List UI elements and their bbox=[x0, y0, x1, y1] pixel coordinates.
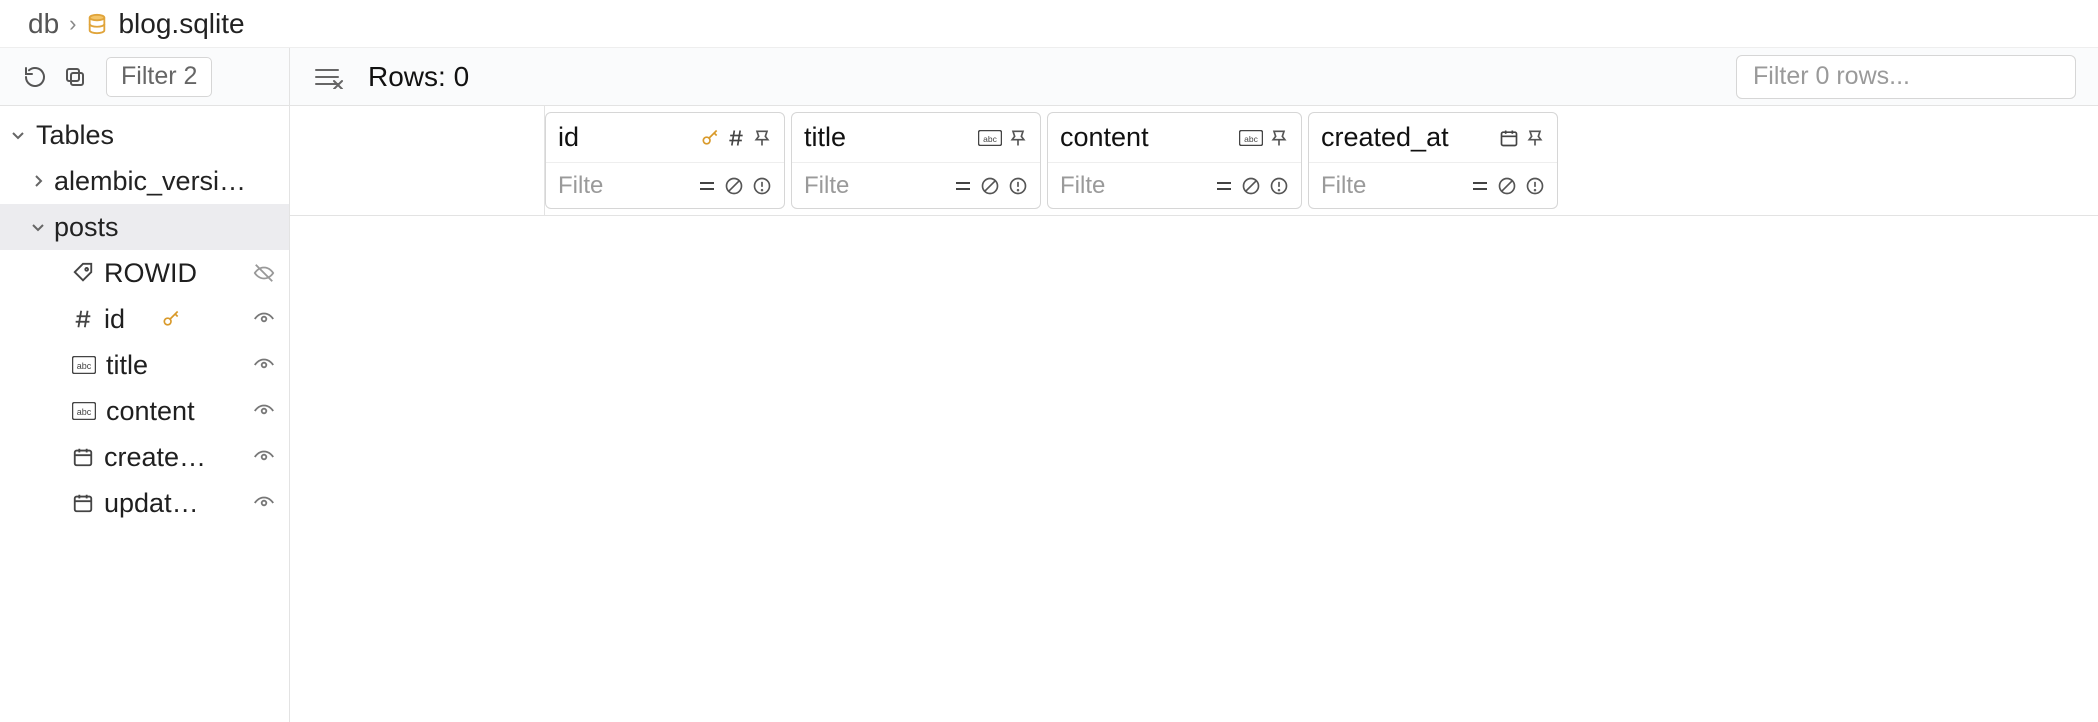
column-header-created-at[interactable]: created_at bbox=[1308, 112, 1558, 209]
filter-lines-button[interactable] bbox=[312, 60, 346, 94]
column-label: create… bbox=[104, 442, 243, 473]
column-item-updated-at[interactable]: updat… bbox=[0, 480, 289, 526]
filter-rows-input[interactable] bbox=[1736, 55, 2076, 99]
calendar-icon bbox=[1499, 128, 1519, 148]
info-icon[interactable] bbox=[1269, 176, 1289, 196]
equals-icon[interactable] bbox=[1471, 177, 1489, 195]
column-header-name: content bbox=[1060, 122, 1231, 153]
abc-icon: abc bbox=[978, 130, 1002, 146]
calendar-icon bbox=[72, 446, 94, 468]
svg-text:abc: abc bbox=[77, 361, 92, 371]
column-header-title[interactable]: title abc bbox=[791, 112, 1041, 209]
breadcrumb: db › blog.sqlite bbox=[0, 0, 2098, 48]
chevron-down-icon bbox=[30, 219, 48, 235]
column-filter-input[interactable] bbox=[1060, 172, 1205, 200]
column-filter-input[interactable] bbox=[804, 172, 944, 200]
table-item-label: posts bbox=[54, 212, 289, 243]
info-icon[interactable] bbox=[1525, 176, 1545, 196]
null-icon[interactable] bbox=[1241, 176, 1261, 196]
column-header-id[interactable]: id bbox=[545, 112, 785, 209]
calendar-icon bbox=[72, 492, 94, 514]
pin-icon[interactable] bbox=[1008, 128, 1028, 148]
info-icon[interactable] bbox=[1008, 176, 1028, 196]
column-label: title bbox=[106, 350, 243, 381]
column-header-name: id bbox=[558, 122, 692, 153]
column-header-name: title bbox=[804, 122, 970, 153]
pin-icon[interactable] bbox=[1525, 128, 1545, 148]
null-icon[interactable] bbox=[724, 176, 744, 196]
pin-icon[interactable] bbox=[752, 128, 772, 148]
table-toolbar: Rows: 0 bbox=[290, 48, 2098, 105]
chevron-right-icon bbox=[30, 173, 48, 189]
column-label: updat… bbox=[104, 488, 243, 519]
chevron-right-icon: › bbox=[69, 11, 76, 37]
abc-icon: abc bbox=[72, 356, 96, 374]
breadcrumb-file[interactable]: blog.sqlite bbox=[118, 8, 244, 40]
eye-off-icon[interactable] bbox=[253, 262, 275, 284]
collapse-button[interactable] bbox=[58, 60, 92, 94]
column-item-id[interactable]: id bbox=[0, 296, 289, 342]
row-number-gutter bbox=[290, 106, 545, 215]
column-item-content[interactable]: abc content bbox=[0, 388, 289, 434]
database-icon bbox=[86, 13, 108, 35]
equals-icon[interactable] bbox=[698, 177, 716, 195]
column-item-rowid[interactable]: ROWID bbox=[0, 250, 289, 296]
column-header-name: created_at bbox=[1321, 122, 1491, 153]
eye-icon[interactable] bbox=[253, 492, 275, 514]
column-label: content bbox=[106, 396, 243, 427]
eye-icon[interactable] bbox=[253, 446, 275, 468]
column-item-title[interactable]: abc title bbox=[0, 342, 289, 388]
sidebar-filter-label: Filter 2 bbox=[121, 62, 197, 91]
table-item-alembic[interactable]: alembic_versi… bbox=[0, 158, 289, 204]
eye-icon[interactable] bbox=[253, 354, 275, 376]
data-grid: id bbox=[290, 106, 2098, 722]
tables-group[interactable]: Tables bbox=[0, 112, 289, 158]
column-filter-input[interactable] bbox=[1321, 172, 1461, 200]
sidebar-toolbar: Filter 2 bbox=[0, 48, 290, 105]
eye-icon[interactable] bbox=[253, 400, 275, 422]
refresh-button[interactable] bbox=[18, 60, 52, 94]
key-icon bbox=[161, 309, 181, 329]
abc-icon: abc bbox=[72, 402, 96, 420]
info-icon[interactable] bbox=[752, 176, 772, 196]
hash-icon bbox=[72, 308, 94, 330]
equals-icon[interactable] bbox=[1215, 177, 1233, 195]
column-label: ROWID bbox=[104, 258, 243, 289]
chevron-down-icon bbox=[10, 127, 28, 143]
abc-icon: abc bbox=[1239, 130, 1263, 146]
eye-icon[interactable] bbox=[253, 308, 275, 330]
null-icon[interactable] bbox=[980, 176, 1000, 196]
column-filter-input[interactable] bbox=[558, 172, 688, 200]
svg-text:abc: abc bbox=[983, 134, 997, 144]
sidebar-filter-button[interactable]: Filter 2 bbox=[106, 57, 212, 97]
pin-icon[interactable] bbox=[1269, 128, 1289, 148]
tag-icon bbox=[72, 262, 94, 284]
table-item-posts[interactable]: posts bbox=[0, 204, 289, 250]
column-label: id bbox=[104, 304, 157, 335]
key-icon bbox=[700, 128, 720, 148]
column-item-created-at[interactable]: create… bbox=[0, 434, 289, 480]
rows-count-label: Rows: 0 bbox=[368, 61, 469, 93]
null-icon[interactable] bbox=[1497, 176, 1517, 196]
svg-text:abc: abc bbox=[77, 407, 92, 417]
tables-group-label: Tables bbox=[34, 120, 289, 151]
equals-icon[interactable] bbox=[954, 177, 972, 195]
table-item-label: alembic_versi… bbox=[54, 166, 289, 197]
column-header-content[interactable]: content abc bbox=[1047, 112, 1302, 209]
hash-icon bbox=[726, 128, 746, 148]
breadcrumb-folder[interactable]: db bbox=[28, 8, 59, 40]
sidebar: Tables alembic_versi… posts RO bbox=[0, 106, 290, 722]
svg-text:abc: abc bbox=[1244, 134, 1258, 144]
